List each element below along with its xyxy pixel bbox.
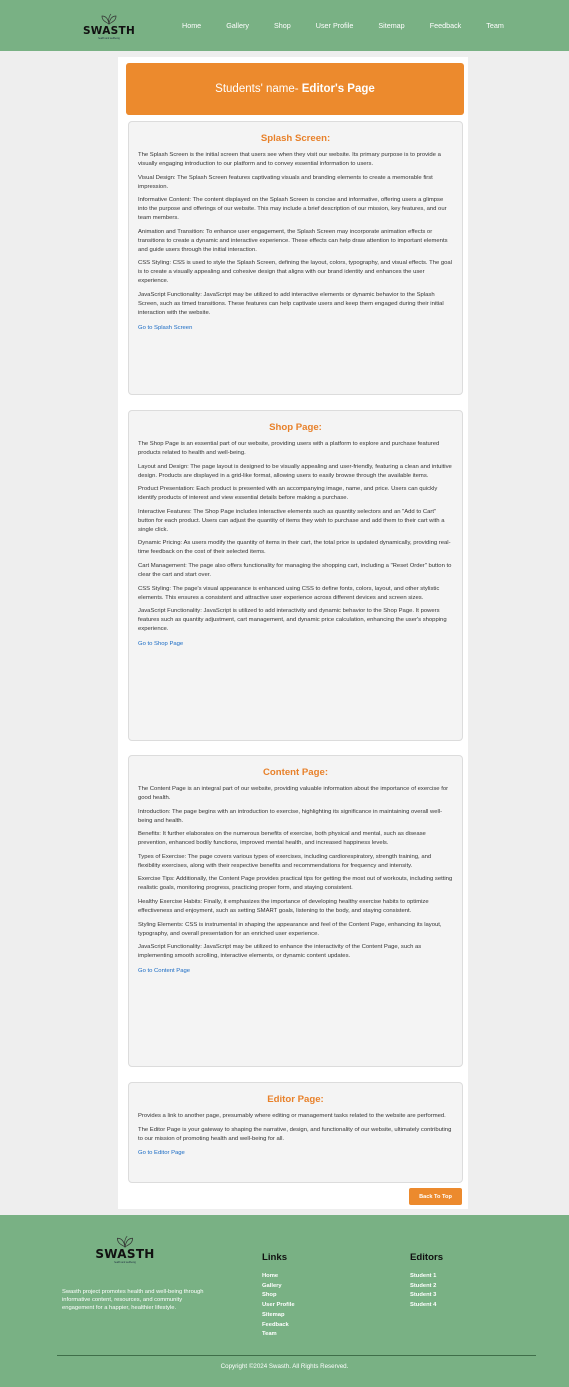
footer-editors-column: Editors Student 1 Student 2 Student 3 St… (410, 1252, 443, 1311)
footer: SWASTH health and wellbeing Swasth proje… (0, 1215, 569, 1387)
main-area: Students' name- Editor's Page Splash Scr… (0, 51, 569, 1215)
section-paragraph: Exercise Tips: Additionally, the Content… (138, 876, 453, 892)
nav-link-feedback[interactable]: Feedback (430, 21, 462, 30)
section-paragraph: The Splash Screen is the initial screen … (138, 152, 441, 167)
back-to-top-button[interactable]: Back To Top (409, 1188, 462, 1205)
page-title-prefix: Students' name- (215, 83, 299, 95)
footer-divider (57, 1355, 536, 1356)
section-paragraph: Provides a link to another page, presuma… (138, 1113, 446, 1119)
section-title: Editor Page: (267, 1094, 324, 1105)
section-splash-screen: Splash Screen: The Splash Screen is the … (128, 121, 463, 395)
section-paragraph: Animation and Transition: To enhance use… (138, 228, 448, 253)
section-paragraph: The Content Page is an integral part of … (138, 786, 449, 801)
footer-link-user-profile[interactable]: User Profile (262, 1301, 295, 1311)
section-paragraph: Product Presentation: Each product is pr… (138, 486, 438, 502)
nav-link-user-profile[interactable]: User Profile (316, 21, 354, 30)
section-title: Shop Page: (269, 422, 322, 433)
nav-link-gallery[interactable]: Gallery (226, 21, 249, 30)
go-to-splash-screen-link[interactable]: Go to Splash Screen (138, 325, 192, 331)
section-paragraph: Layout and Design: The page layout is de… (138, 463, 452, 479)
section-paragraph: Interactive Features: The Shop Page incl… (138, 508, 445, 533)
footer-editor-student-4[interactable]: Student 4 (410, 1301, 443, 1311)
footer-logo-tagline: health and wellbeing (114, 1261, 136, 1264)
section-title: Splash Screen: (260, 133, 331, 144)
nav-link-team[interactable]: Team (486, 21, 504, 30)
footer-logo[interactable]: SWASTH health and wellbeing (95, 1235, 155, 1264)
logo-tagline: health and wellbeing (98, 37, 120, 40)
section-paragraph: JavaScript Functionality: JavaScript may… (138, 291, 444, 316)
section-editor-page: Editor Page: Provides a link to another … (128, 1082, 463, 1183)
footer-logo-text: SWASTH (95, 1247, 155, 1261)
navbar: SWASTH health and wellbeing Home Gallery… (0, 0, 569, 51)
footer-link-team[interactable]: Team (262, 1330, 295, 1340)
section-paragraph: Benefits: It further elaborates on the n… (138, 831, 426, 847)
section-paragraph: Informative Content: The content display… (138, 197, 447, 222)
section-paragraph: Cart Management: The page also offers fu… (138, 562, 452, 578)
leaf-logo-icon (101, 13, 117, 25)
section-title: Content Page: (262, 767, 329, 778)
copyright-text: Copyright ©2024 Swasth. All Rights Reser… (220, 1363, 349, 1370)
section-paragraph: JavaScript Functionality: JavaScript is … (138, 608, 447, 633)
section-paragraph: Styling Elements: CSS is instrumental in… (138, 921, 442, 937)
footer-link-sitemap[interactable]: Sitemap (262, 1311, 295, 1321)
footer-links-column: Links Home Gallery Shop User Profile Sit… (262, 1252, 295, 1340)
nav-links: Home Gallery Shop User Profile Sitemap F… (182, 21, 529, 30)
nav-link-shop[interactable]: Shop (274, 21, 291, 30)
section-paragraph: Introduction: The page begins with an in… (138, 808, 443, 824)
section-paragraph: The Shop Page is an essential part of ou… (138, 441, 440, 456)
section-paragraph: JavaScript Functionality: JavaScript may… (138, 944, 422, 960)
nav-logo[interactable]: SWASTH health and wellbeing (80, 13, 138, 40)
go-to-shop-page-link[interactable]: Go to Shop Page (138, 641, 183, 647)
section-paragraph: CSS Styling: CSS is used to style the Sp… (138, 260, 453, 285)
footer-editor-student-1[interactable]: Student 1 (410, 1272, 443, 1282)
footer-editor-student-2[interactable]: Student 2 (410, 1282, 443, 1292)
footer-link-shop[interactable]: Shop (262, 1291, 295, 1301)
section-paragraph: Visual Design: The Splash Screen feature… (138, 174, 433, 190)
section-content-page: Content Page: The Content Page is an int… (128, 755, 463, 1067)
footer-link-home[interactable]: Home (262, 1272, 295, 1282)
footer-editors-title: Editors (410, 1252, 444, 1263)
footer-description: Swasth project promotes health and well-… (62, 1289, 204, 1311)
section-paragraph: The Editor Page is your gateway to shapi… (138, 1126, 452, 1142)
nav-link-home[interactable]: Home (182, 21, 201, 30)
section-paragraph: CSS Styling: The page's visual appearanc… (138, 585, 440, 601)
go-to-editor-page-link[interactable]: Go to Editor Page (138, 1150, 185, 1156)
footer-editor-student-3[interactable]: Student 3 (410, 1291, 443, 1301)
go-to-content-page-link[interactable]: Go to Content Page (138, 968, 190, 974)
nav-link-sitemap[interactable]: Sitemap (378, 21, 404, 30)
section-paragraph: Types of Exercise: The page covers vario… (138, 853, 432, 869)
page-title-main: Editor's Page (301, 83, 375, 95)
section-paragraph: Dynamic Pricing: As users modify the qua… (138, 540, 451, 556)
footer-links-title: Links (262, 1252, 288, 1263)
section-shop-page: Shop Page: The Shop Page is an essential… (128, 410, 463, 741)
footer-link-feedback[interactable]: Feedback (262, 1321, 295, 1331)
page-title: Students' name- Editor's Page (126, 63, 464, 115)
footer-link-gallery[interactable]: Gallery (262, 1282, 295, 1292)
content-card: Students' name- Editor's Page Splash Scr… (118, 57, 468, 1209)
logo-text: SWASTH (82, 25, 136, 37)
section-paragraph: Healthy Exercise Habits: Finally, it emp… (138, 898, 429, 914)
